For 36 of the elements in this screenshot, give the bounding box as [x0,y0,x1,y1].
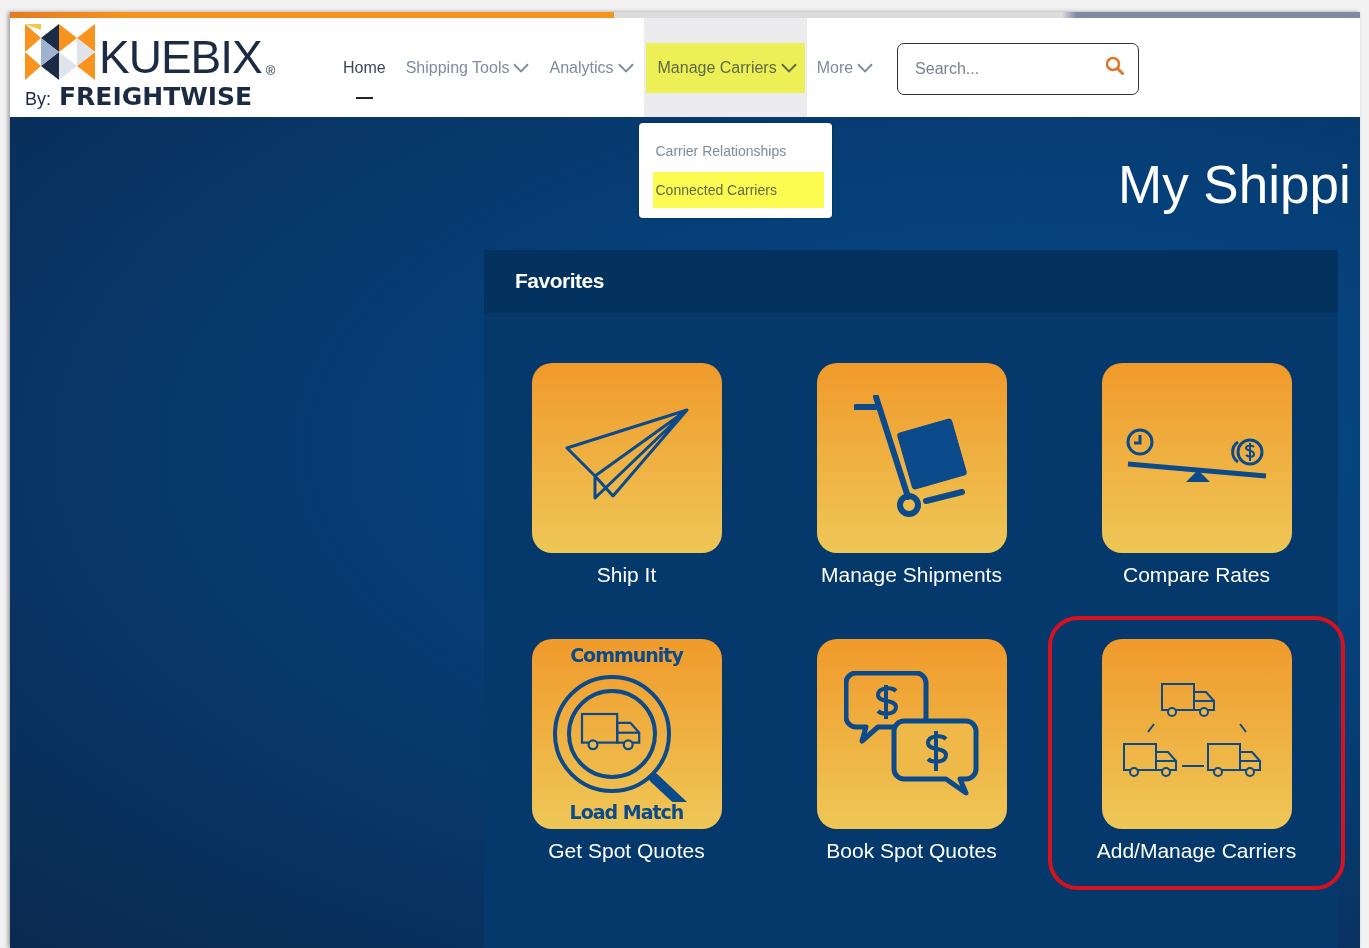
search-field[interactable]: Search... [897,43,1140,95]
nav-menu-item[interactable]: Shipping Tools [397,48,538,87]
active-underline [356,96,374,99]
tile-label: Compare Rates [1122,562,1271,587]
favorite-tile[interactable]: Community Load Match [531,638,722,829]
tile-label: Manage Shipments [821,562,1002,587]
registered-mark: ® [265,63,276,78]
nav-menu-item[interactable]: More [808,48,882,87]
icon-caption: Load Match [569,800,684,824]
favorite-tile[interactable] [531,362,722,553]
dropdown-item[interactable]: Carrier Relationships [652,143,824,159]
dollar-speech-bubbles-icon [843,670,980,797]
tile-label: Get Spot Quotes [548,838,705,863]
favorite-tile[interactable] [816,362,1007,553]
cube-logo-icon [25,24,95,80]
tile-label: Book Spot Quotes [826,838,997,863]
tile-label: Ship It [596,562,657,587]
page-title: My Shippi [1118,154,1352,216]
search-icon [1105,56,1126,76]
chevron-down-icon [617,62,634,73]
dropdown-item[interactable]: Connected Carriers [652,172,824,208]
logo-brand: FREIGHTWISE [59,82,253,111]
nav-menu-item[interactable]: Home [335,48,394,87]
panel-title: Favorites [515,269,604,294]
favorite-tile[interactable] [1101,638,1292,829]
chevron-down-icon [857,62,874,73]
chevron-down-icon [513,62,530,73]
icon-caption: Community [570,643,683,667]
nav-menu-item[interactable]: Analytics [541,48,642,87]
tile-label: Add/Manage Carriers [1096,838,1297,863]
nav-menu-item[interactable]: Manage Carriers [645,42,805,93]
favorite-tile[interactable] [1101,362,1292,553]
logo-byline: By: [25,89,51,110]
logo-wordmark: KUEBIX [99,34,262,80]
favorite-tile[interactable] [816,638,1007,829]
chevron-down-icon [780,62,797,73]
